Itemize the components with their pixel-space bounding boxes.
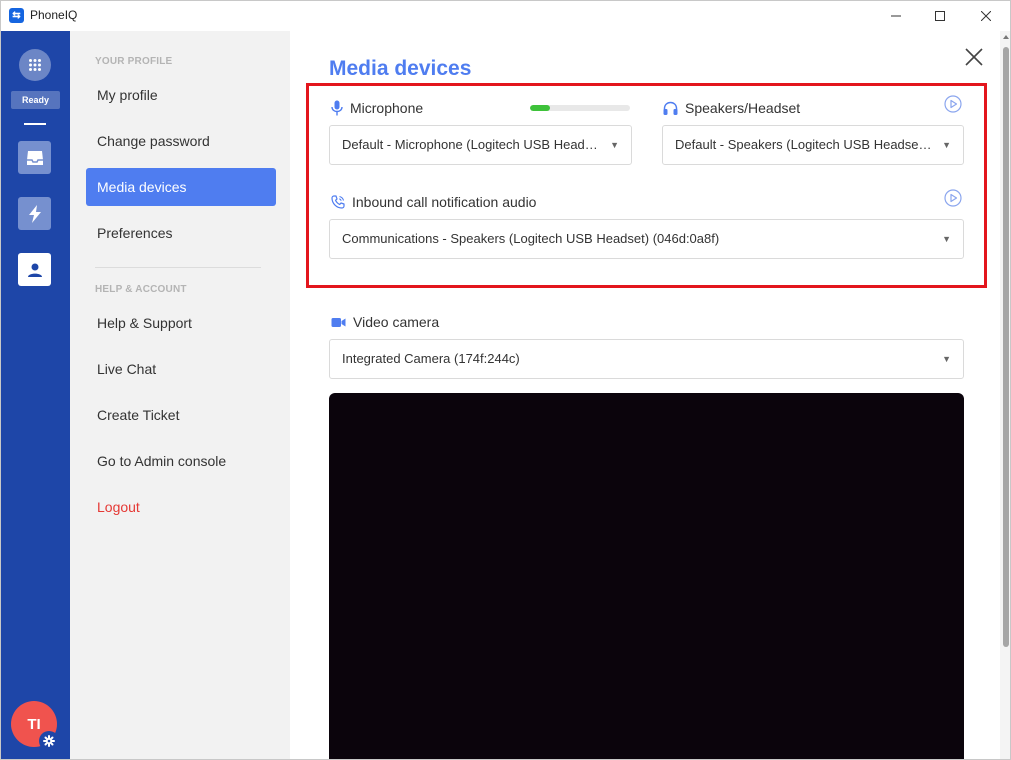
chevron-down-icon: ▼ [942,354,951,364]
maximize-button[interactable] [917,1,963,31]
nav-item-media-devices[interactable]: Media devices [86,168,276,206]
close-icon [981,11,991,21]
dialpad-icon [29,59,41,71]
title-bar: ⇆ PhoneIQ [1,1,1010,31]
maximize-icon [935,11,945,21]
rail-divider [24,123,46,125]
scroll-up-arrow-icon[interactable] [1002,33,1010,41]
page-title: Media devices [329,57,472,80]
media-devices-panel: Media devices Microphone Default - Micro… [290,31,1000,759]
video-preview [329,393,964,759]
rail-activity-button[interactable] [18,197,51,230]
video-camera-label: Video camera [331,314,439,330]
nav-section-help: HELP & ACCOUNT [95,284,187,295]
gear-icon [43,735,55,747]
settings-nav: YOUR PROFILE My profile Change password … [70,31,290,759]
minimize-button[interactable] [873,1,919,31]
nav-item-my-profile[interactable]: My profile [86,76,276,114]
video-camera-select[interactable]: Integrated Camera (174f:244c) ▼ [329,339,964,379]
app-title: PhoneIQ [30,8,78,22]
minimize-icon [891,15,901,17]
inbox-icon [26,150,43,165]
lightning-icon [28,204,41,223]
video-camera-icon [331,317,346,327]
video-camera-label-text: Video camera [353,314,440,330]
nav-item-preferences[interactable]: Preferences [86,214,276,252]
nav-divider [95,267,261,268]
nav-item-change-password[interactable]: Change password [86,122,276,160]
close-panel-button[interactable] [962,45,986,69]
dialpad-button[interactable] [19,49,51,81]
scroll-thumb[interactable] [1003,47,1009,647]
left-rail: Ready TI [1,31,70,759]
highlight-box [306,83,987,288]
nav-section-profile: YOUR PROFILE [95,56,173,67]
nav-item-admin-console[interactable]: Go to Admin console [86,442,276,480]
rail-profile-button[interactable] [18,253,51,286]
app-logo-icon: ⇆ [9,8,24,23]
nav-item-logout[interactable]: Logout [86,488,276,526]
app-window: ⇆ PhoneIQ Ready TI YOUR PROFILE My profi… [0,0,1011,760]
close-icon [965,48,983,66]
status-badge[interactable]: Ready [11,91,60,109]
nav-item-live-chat[interactable]: Live Chat [86,350,276,388]
rail-inbox-button[interactable] [18,141,51,174]
nav-item-help-support[interactable]: Help & Support [86,304,276,342]
nav-item-create-ticket[interactable]: Create Ticket [86,396,276,434]
window-close-button[interactable] [963,1,1009,31]
settings-gear-button[interactable] [39,731,59,751]
video-camera-select-value: Integrated Camera (174f:244c) [342,351,520,366]
person-icon [27,263,42,277]
main-scrollbar[interactable] [1000,31,1010,759]
